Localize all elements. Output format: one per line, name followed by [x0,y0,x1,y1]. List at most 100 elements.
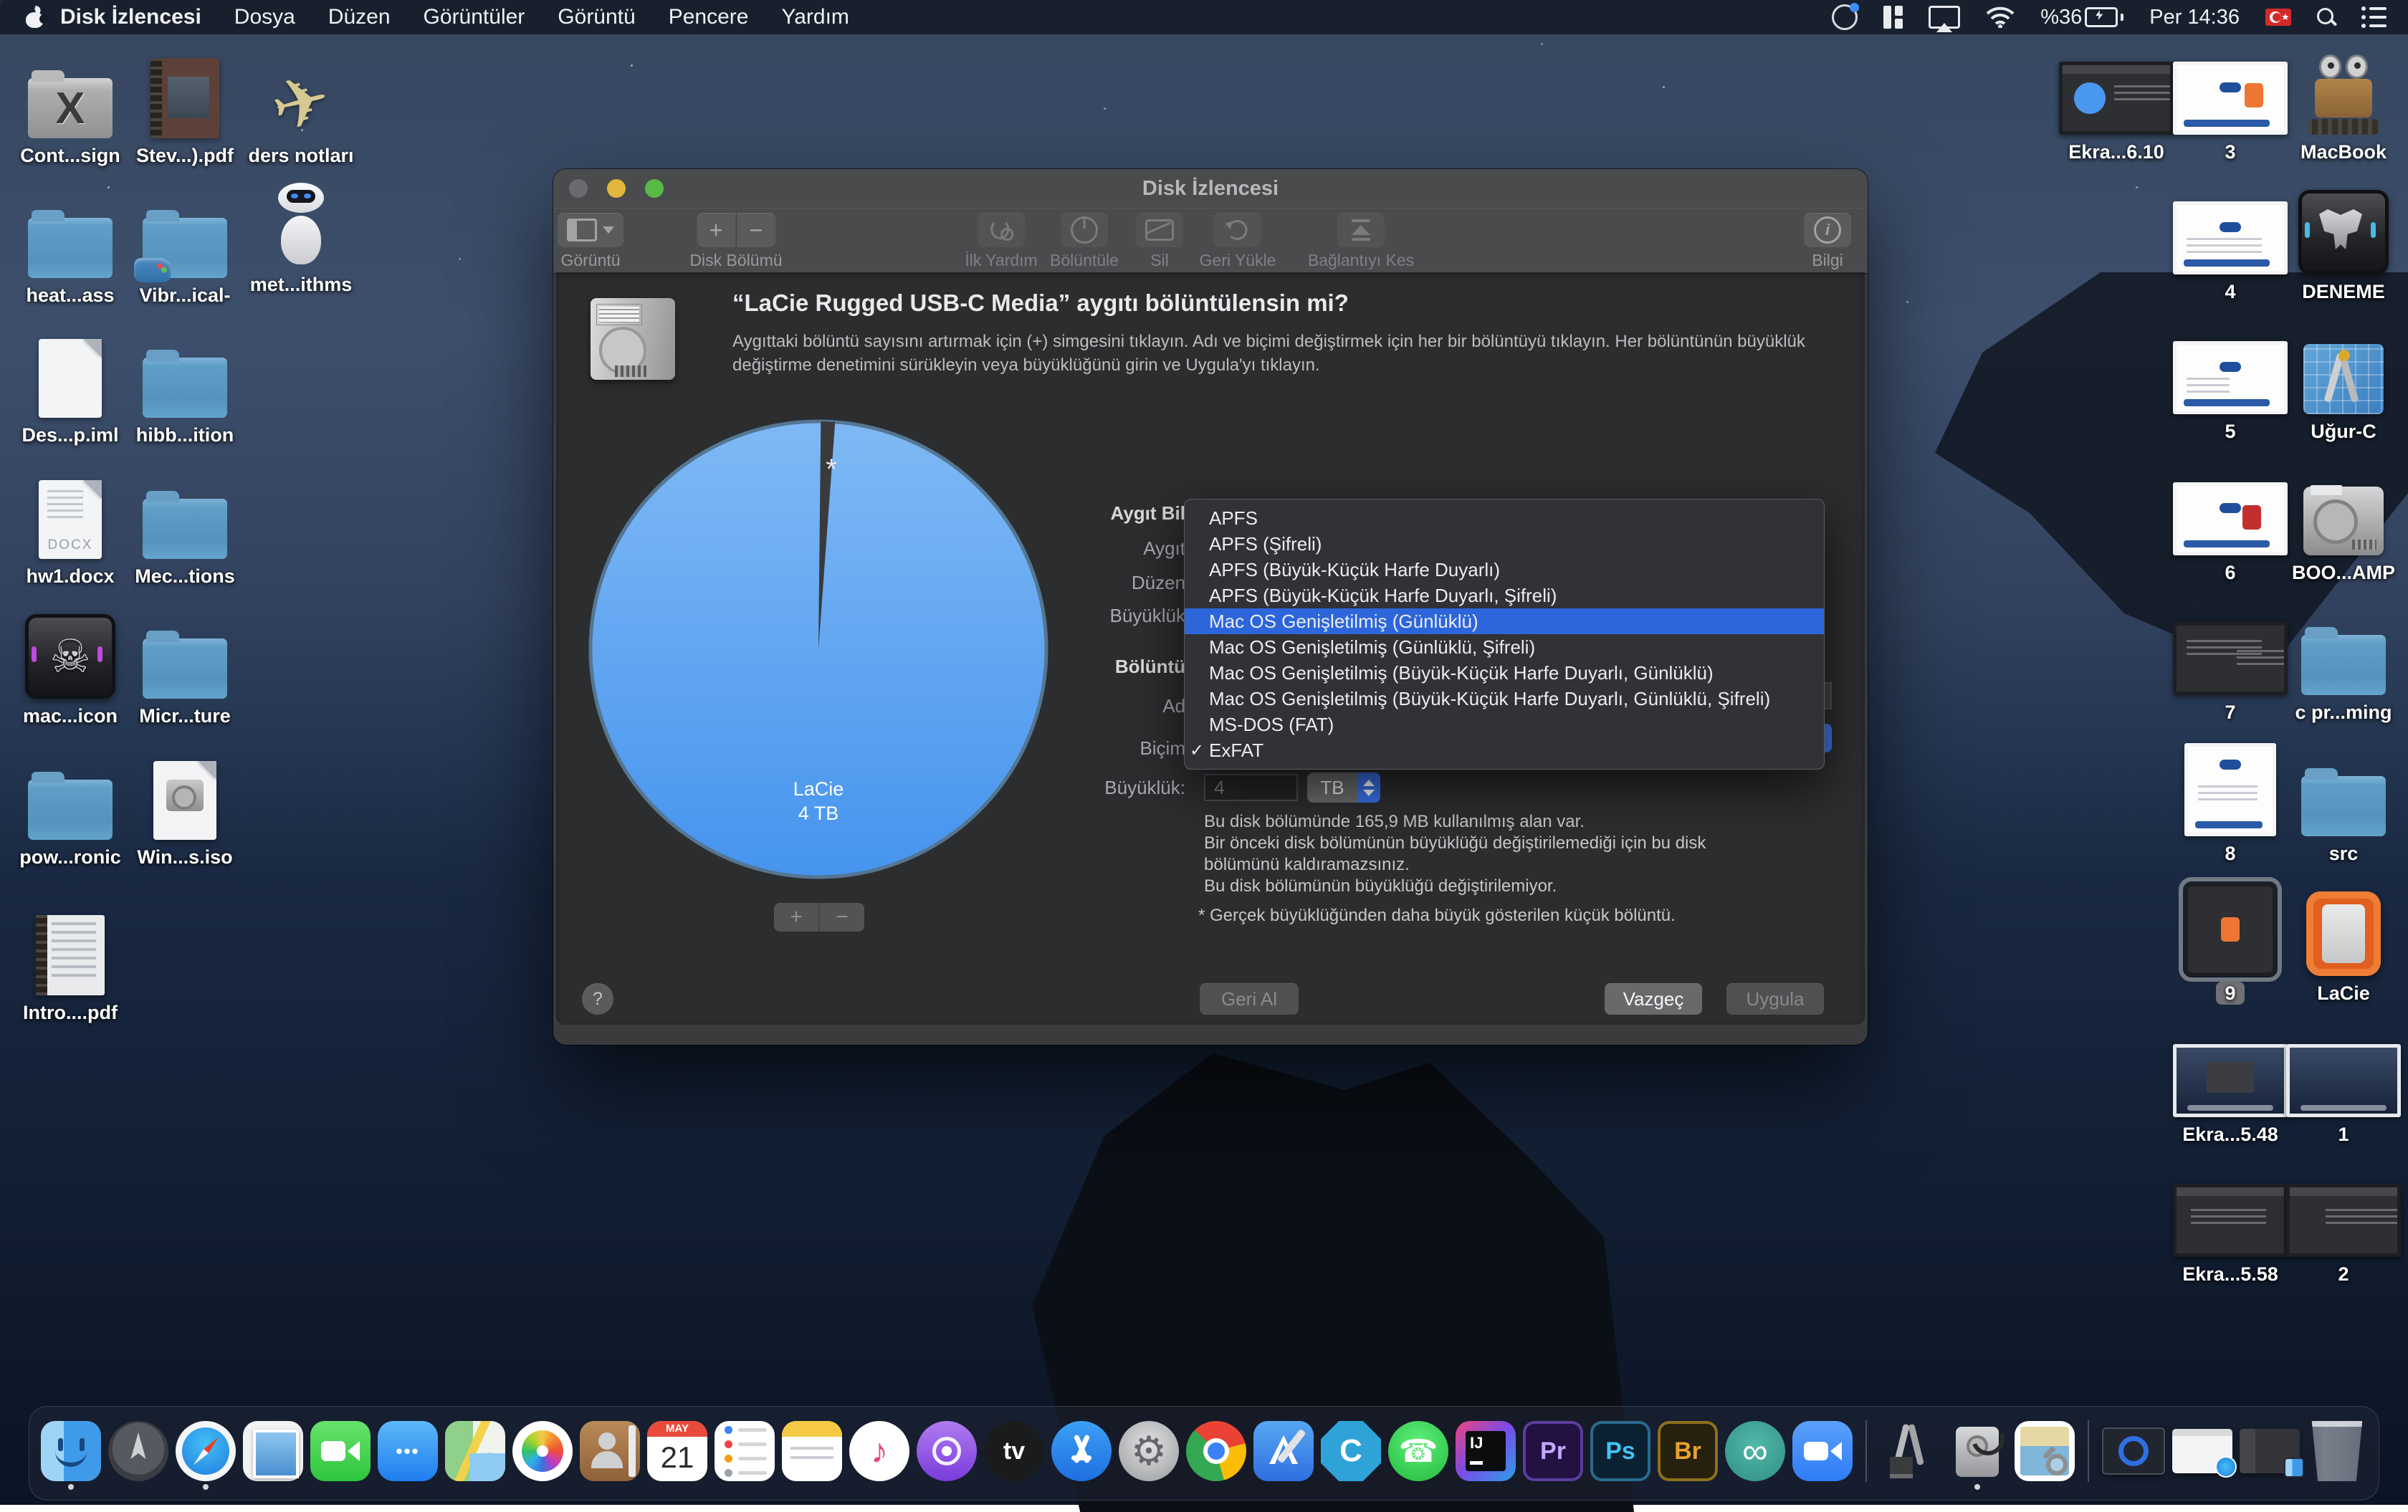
help-button[interactable]: ? [582,983,613,1015]
desktop-icon-2[interactable]: 2 [2283,1162,2404,1286]
dock-reminders[interactable] [715,1421,775,1481]
desktop-icon-5[interactable]: 5 [2169,320,2291,443]
size-input[interactable]: 4 [1204,774,1298,801]
spotlight-icon[interactable] [2317,8,2336,27]
desktop-icon-win-s-iso[interactable]: Win...s.iso [124,745,246,869]
dock-launchpad[interactable] [108,1421,168,1481]
desktop-icon-des-p-iml[interactable]: Des...p.iml [9,323,131,446]
dock-maps[interactable]: 3D [445,1421,505,1481]
desktop-icon-1[interactable]: 1 [2283,1023,2404,1146]
menu-item-macos-extended-case-journaled-encrypted[interactable]: Mac OS Genişletilmiş (Büyük-Küçük Harfe … [1185,686,1824,712]
desktop-icon-4[interactable]: 4 [2169,180,2291,303]
desktop-icon-macbook[interactable]: MacBook [2283,40,2404,163]
toolbar-erase[interactable]: Sil [1136,213,1183,270]
desktop-icon-3[interactable]: 3 [2169,40,2291,163]
desktop-icon-vibr-ical[interactable]: Vibr...ical- [124,183,246,307]
battery-status[interactable]: %36 [2040,6,2123,29]
dock-zoom[interactable] [1792,1421,1853,1481]
magnet-icon[interactable] [1883,6,1903,29]
dock-minimized-finder-window[interactable] [2240,1429,2300,1473]
apple-menu-icon[interactable] [26,7,44,28]
desktop-icon-7[interactable]: 7 [2169,601,2291,724]
dock-camtasia[interactable]: C [1321,1421,1381,1481]
desktop-icon-ekran-5-48[interactable]: Ekra...5.48 [2169,1023,2291,1146]
dock-whatsapp[interactable]: ☎ [1388,1421,1448,1481]
desktop-icon-6[interactable]: 6 [2169,461,2291,584]
desktop-icon-hw1-docx[interactable]: DOCX hw1.docx [9,464,131,588]
dock-preview[interactable] [2015,1421,2075,1481]
dock-xcode[interactable] [1253,1421,1314,1481]
menu-pencere[interactable]: Pencere [652,0,765,34]
menu-item-macos-extended-journaled-encrypted[interactable]: Mac OS Genişletilmiş (Günlüklü, Şifreli) [1185,634,1824,660]
apply-button[interactable]: Uygula [1726,983,1824,1015]
dock-bridge[interactable]: Br [1658,1421,1718,1481]
partition-pie-chart[interactable]: * LaCie 4 TB [585,416,1052,883]
menu-item-apfs-encrypted[interactable]: APFS (Şifreli) [1185,531,1824,557]
dock-chrome[interactable] [1186,1421,1246,1481]
dock-app-store[interactable] [1051,1421,1112,1481]
desktop-icon-boo-amp[interactable]: BOO...AMP [2283,461,2404,584]
wifi-icon[interactable] [1986,6,2015,28]
desktop-icon-met-ithms[interactable]: met...ithms [240,173,362,296]
size-unit-stepper[interactable]: TB [1307,772,1380,803]
menu-item-apfs-case-sensitive[interactable]: APFS (Büyük-Küçük Harfe Duyarlı) [1185,557,1824,583]
desktop-icon-intro-pdf[interactable]: Intro....pdf [9,901,131,1024]
toolbar-partition[interactable]: Bölüntüle [1050,213,1119,270]
app-menu-title[interactable]: Disk İzlencesi [44,0,218,34]
menu-goruntuler[interactable]: Görüntüler [407,0,542,34]
dock-calendar[interactable]: MAY21 [647,1421,707,1481]
add-partition-button[interactable]: + [697,213,737,247]
menu-yardim[interactable]: Yardım [765,0,865,34]
desktop-icon-ders-notlari[interactable]: ✈ ders notları [240,44,362,167]
input-source-turkish-flag-icon[interactable]: ★ [2265,9,2291,26]
menu-item-macos-extended-journaled-selected[interactable]: Mac OS Genişletilmiş (Günlüklü) [1185,608,1824,634]
stepper-arrows-icon[interactable] [1357,772,1380,803]
toolbar-info[interactable]: i Bilgi [1804,213,1851,270]
dock-photos[interactable] [512,1421,573,1481]
screen-recording-icon[interactable] [1832,4,1858,30]
desktop-icon-heat-ass[interactable]: heat...ass [9,183,131,307]
desktop-icon-micr-ture[interactable]: Micr...ture [124,604,246,727]
menu-item-exfat-checked[interactable]: ✓ExFAT [1185,737,1824,763]
desktop-icon-lacie[interactable]: LaCie [2283,881,2404,1005]
menu-item-macos-extended-case-journaled[interactable]: Mac OS Genişletilmiş (Büyük-Küçük Harfe … [1185,660,1824,686]
menu-item-apfs-case-sensitive-encrypted[interactable]: APFS (Büyük-Küçük Harfe Duyarlı, Şifreli… [1185,583,1824,608]
menu-dosya[interactable]: Dosya [218,0,312,34]
toolbar-unmount[interactable]: Bağlantıyı Kes [1308,213,1414,270]
dock-mail[interactable] [243,1421,303,1481]
dock-minimized-safari-window[interactable] [2172,1429,2232,1473]
desktop-icon-ekran-5-58[interactable]: Ekra...5.58 [2169,1162,2291,1286]
menu-item-msdos-fat[interactable]: MS-DOS (FAT) [1185,712,1824,737]
airplay-icon[interactable] [1929,6,1960,29]
dock-intellij-idea[interactable]: IJ [1456,1421,1516,1481]
notification-center-icon[interactable] [2361,6,2386,28]
desktop-icon-hibb-ition[interactable]: hibb...ition [124,323,246,446]
dock-facetime[interactable] [310,1421,371,1481]
desktop-icon-8[interactable]: 8 [2169,742,2291,865]
dock-contacts[interactable] [580,1421,640,1481]
desktop-icon-deneme[interactable]: DENEME [2283,180,2404,303]
toolbar-restore[interactable]: Geri Yükle [1200,213,1276,270]
add-partition-button[interactable]: + [774,903,820,932]
dock-arduino[interactable]: ∞ [1725,1421,1785,1481]
desktop-icon-pow-ronic[interactable]: pow...ronic [9,745,131,869]
desktop-icon-mec-tions[interactable]: Mec...tions [124,464,246,588]
desktop-icon-9-selected[interactable]: 9 [2169,881,2291,1005]
desktop-icon-pdf-book[interactable]: Stev...).pdf [124,44,246,167]
dock-notes[interactable] [782,1421,842,1481]
desktop-icon-ugur-c[interactable]: Uğur-C [2283,320,2404,443]
dock-safari[interactable] [176,1421,236,1481]
dock-photoshop[interactable]: Ps [1590,1421,1650,1481]
dock-apple-tv[interactable]: tv [984,1421,1044,1481]
dock-trash[interactable] [2307,1421,2367,1481]
dock-system-preferences[interactable]: ⚙ [1119,1421,1179,1481]
desktop-icon-src[interactable]: src [2283,742,2404,865]
title-bar[interactable]: Disk İzlencesi [553,169,1868,208]
desktop-icon-cont-sign[interactable]: X Cont...sign [9,44,131,167]
dock-minimized-lacie-window[interactable] [2102,1427,2165,1475]
remove-partition-button[interactable]: − [820,903,864,932]
clock[interactable]: Per 14:36 [2149,6,2240,29]
desktop-icon-c-programming[interactable]: c pr...ming [2283,601,2404,724]
toolbar-first-aid[interactable]: İlk Yardım [965,213,1037,270]
toolbar-disk-partition[interactable]: + − Disk Bölümü [689,213,782,270]
